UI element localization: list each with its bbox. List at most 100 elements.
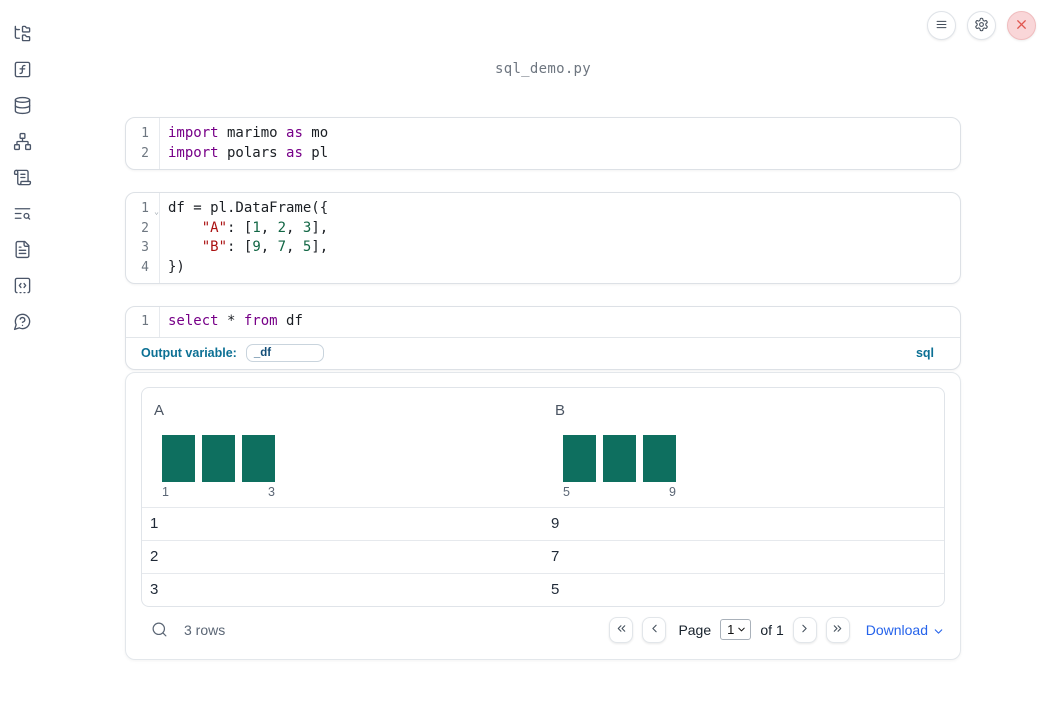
- sidebar: [0, 0, 44, 713]
- output-variable-input[interactable]: _df: [245, 344, 324, 362]
- sidebar-item-file-explorer[interactable]: [13, 24, 32, 43]
- code-text: import polars as pl: [168, 144, 329, 161]
- column-histogram[interactable]: [563, 434, 676, 482]
- menu-icon: [934, 17, 949, 35]
- code-text: select * from df: [168, 313, 303, 329]
- last-page-button[interactable]: [825, 616, 850, 643]
- file-text-icon: [13, 240, 32, 259]
- code-line[interactable]: 2 import polars as pl: [126, 144, 960, 164]
- page-of-label: of 1: [760, 621, 784, 638]
- code-cell-dataframe[interactable]: 1 ⌄ df = pl.DataFrame({2 "A": [1, 2, 3], 3 …: [125, 192, 961, 284]
- sql-cell[interactable]: 1 select * from df Output variable: _df s…: [125, 306, 961, 370]
- histogram-bar: [563, 434, 596, 482]
- line-number: 2: [141, 220, 149, 236]
- histogram-min-label: 1: [162, 484, 169, 499]
- notebook-filename[interactable]: sql_demo.py: [125, 61, 961, 77]
- download-button[interactable]: Download: [866, 622, 945, 638]
- histogram-max-label: 9: [669, 484, 676, 499]
- code-text: df = pl.DataFrame({: [168, 200, 329, 216]
- table-row: 35: [142, 572, 944, 606]
- code-text: import marimo as mo: [168, 125, 329, 141]
- sidebar-item-logs[interactable]: [13, 204, 32, 223]
- output-variable-label: Output variable:: [141, 346, 237, 360]
- code-text: "A": [1, 2, 3],: [201, 219, 329, 236]
- histogram-bar: [162, 434, 195, 482]
- column-histogram[interactable]: [162, 434, 275, 482]
- code-text: "B": [9, 7, 5],: [201, 239, 329, 255]
- row-count: 3 rows: [184, 621, 226, 638]
- table-body: 192735: [142, 506, 944, 606]
- settings-icon: [974, 17, 989, 35]
- shutdown-button[interactable]: [1007, 11, 1036, 40]
- topbar-actions: [927, 11, 1036, 40]
- sidebar-item-documentation[interactable]: [13, 240, 32, 259]
- table-pagination: Page 1 of 1 Download: [609, 616, 945, 643]
- download-label: Download: [865, 621, 928, 638]
- function-square-icon: [13, 60, 32, 79]
- table-header: A13B59: [142, 388, 944, 507]
- code-line[interactable]: 1 select * from df: [126, 312, 960, 332]
- line-number: 1: [141, 314, 149, 329]
- code-editor[interactable]: 1 ⌄ df = pl.DataFrame({2 "A": [1, 2, 3], 3 …: [126, 193, 960, 283]
- table-footer-left: 3 rows: [151, 621, 225, 638]
- sidebar-item-scratchpad[interactable]: [13, 168, 32, 187]
- table-row: 27: [142, 539, 944, 573]
- table-cell: 1: [150, 515, 159, 532]
- sidebar-item-snippets[interactable]: [13, 276, 32, 295]
- prev-page-button[interactable]: [642, 616, 667, 643]
- histogram-min-label: 5: [563, 484, 570, 499]
- line-number: 4: [141, 259, 149, 275]
- sql-editor[interactable]: 1 select * from df: [126, 307, 960, 338]
- code-line[interactable]: 2 "A": [1, 2, 3],: [126, 219, 960, 239]
- histogram-bar: [202, 434, 235, 482]
- line-number: 2: [141, 145, 149, 161]
- sidebar-item-variables[interactable]: [13, 60, 32, 79]
- sql-language-badge: sql: [915, 346, 934, 360]
- table-footer: 3 rows Page 1 of 1 Download: [141, 607, 945, 653]
- code-line[interactable]: 4}): [126, 258, 960, 278]
- code-line[interactable]: 1 import marimo as mo: [126, 124, 960, 144]
- table-output-card: A13B59 192735 3 rows Page 1 of 1 Downloa…: [125, 371, 961, 660]
- code-cell-imports[interactable]: 1 import marimo as mo 2 import polars as pl: [125, 117, 961, 170]
- notebook-cells-area: 1 import marimo as mo 2 import polars as pl…: [125, 117, 961, 660]
- chevron-down-icon: [932, 623, 945, 636]
- line-number: 1: [141, 126, 149, 141]
- notebook-menu-button[interactable]: [927, 11, 956, 40]
- table-cell: 5: [551, 581, 560, 598]
- code-editor[interactable]: 1 import marimo as mo 2 import polars as pl: [126, 118, 960, 169]
- table-row: 19: [142, 506, 944, 540]
- page-label: Page: [678, 621, 712, 638]
- histogram-range-labels: 59: [563, 485, 676, 499]
- database-icon: [13, 96, 32, 115]
- first-page-button[interactable]: [609, 616, 634, 643]
- settings-button[interactable]: [967, 11, 996, 40]
- histogram-max-label: 3: [268, 484, 275, 499]
- square-code-icon: [13, 276, 32, 295]
- chevrons-left-icon: [615, 622, 628, 638]
- search-icon[interactable]: [151, 621, 168, 638]
- sidebar-item-help[interactable]: [13, 312, 32, 331]
- next-page-button[interactable]: [792, 616, 817, 643]
- page-select-value: 1: [727, 622, 735, 637]
- dataframe-table: A13B59 192735: [141, 386, 945, 607]
- table-cell: 2: [150, 548, 159, 565]
- circle-help-icon: [13, 312, 32, 331]
- histogram-bar: [603, 434, 636, 482]
- code-text: }): [168, 258, 185, 275]
- table-cell: 7: [551, 548, 560, 565]
- code-line[interactable]: 3 "B": [9, 7, 5],: [126, 238, 960, 258]
- chevron-right-icon: [798, 622, 811, 638]
- network-icon: [13, 132, 32, 151]
- column-name[interactable]: A: [154, 402, 164, 420]
- column-name[interactable]: B: [555, 402, 565, 420]
- table-cell: 3: [150, 581, 159, 598]
- scroll-text-icon: [13, 168, 32, 187]
- code-line[interactable]: 1 ⌄ df = pl.DataFrame({: [126, 199, 960, 219]
- page-select[interactable]: 1: [720, 619, 752, 640]
- sidebar-item-datasources[interactable]: [13, 96, 32, 115]
- sql-cell-footer: Output variable: _df sql: [126, 338, 960, 369]
- sidebar-item-dependencies[interactable]: [13, 132, 32, 151]
- table-cell: 9: [551, 515, 560, 532]
- histogram-bar: [242, 434, 275, 482]
- folder-tree-icon: [13, 24, 32, 43]
